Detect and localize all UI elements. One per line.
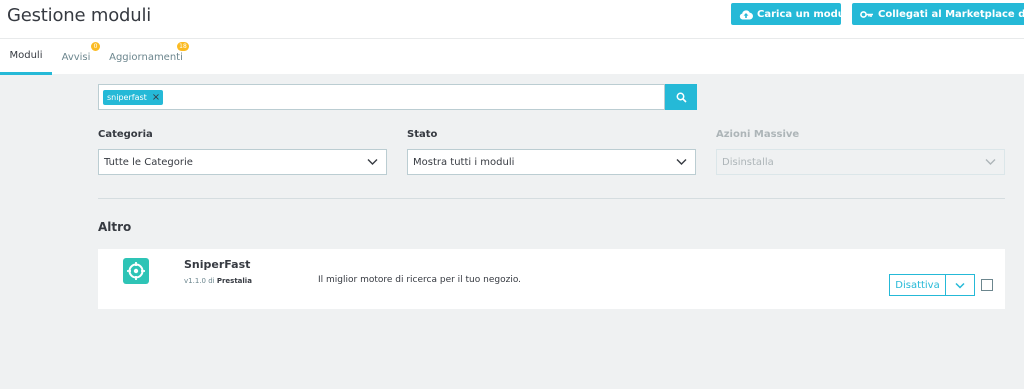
cloud-upload-icon — [739, 9, 753, 20]
page-header: Gestione moduli Carica un modulo Collega… — [0, 0, 1024, 38]
azioni-massive-select: Disinstalla — [716, 149, 1005, 175]
chevron-down-icon — [676, 159, 687, 165]
disattiva-label: Disattiva — [895, 279, 940, 291]
module-description: Il miglior motore di ricerca per il tuo … — [318, 275, 522, 285]
chevron-down-icon — [955, 282, 965, 289]
module-row: SniperFast v1.1.0 di Prestalia Il miglio… — [98, 249, 1005, 309]
chevron-down-icon — [985, 159, 996, 165]
tab-moduli[interactable]: Moduli — [0, 39, 52, 75]
tab-moduli-label: Moduli — [9, 50, 43, 61]
section-title: Altro — [98, 220, 132, 234]
divider — [98, 198, 1005, 199]
crosshair-icon — [127, 262, 145, 280]
tab-bar: Moduli Avvisi 0 Aggiornamenti 18 — [0, 38, 1024, 75]
upload-module-label: Carica un modulo — [757, 8, 841, 20]
marketplace-connect-label: Collegati al Marketplace degli Addons — [878, 8, 1024, 20]
search-tag: sniperfast × — [103, 90, 164, 105]
marketplace-connect-button[interactable]: Collegati al Marketplace degli Addons — [852, 3, 1024, 25]
disattiva-button[interactable]: Disattiva — [889, 274, 946, 296]
module-actions-dropdown[interactable] — [945, 274, 975, 296]
azioni-massive-value: Disinstalla — [722, 156, 774, 168]
search-button[interactable] — [665, 84, 697, 110]
search-input[interactable]: sniperfast × — [98, 84, 665, 110]
upload-module-button[interactable]: Carica un modulo — [731, 3, 841, 25]
tab-aggiornamenti-label: Aggiornamenti — [109, 51, 183, 63]
module-select-checkbox[interactable] — [981, 279, 993, 291]
search-tag-label: sniperfast — [107, 93, 147, 102]
search-icon — [676, 92, 687, 103]
module-meta: v1.1.0 di Prestalia — [184, 277, 252, 285]
stato-label: Stato — [407, 129, 438, 140]
tab-avvisi[interactable]: Avvisi 0 — [58, 39, 100, 75]
module-author: Prestalia — [216, 277, 252, 285]
key-icon — [860, 10, 873, 18]
module-version: v1.1.0 — [184, 277, 206, 285]
categoria-value: Tutte le Categorie — [104, 156, 193, 168]
module-by: di — [208, 277, 215, 285]
azioni-massive-label: Azioni Massive — [716, 129, 800, 140]
stato-select[interactable]: Mostra tutti i moduli — [407, 149, 696, 175]
notification-badge: 0 — [91, 42, 100, 51]
tab-aggiornamenti[interactable]: Aggiornamenti 18 — [108, 39, 189, 75]
categoria-label: Categoria — [98, 129, 153, 140]
stato-value: Mostra tutti i moduli — [413, 156, 515, 168]
module-logo — [123, 258, 149, 284]
page-title: Gestione moduli — [7, 5, 152, 26]
chevron-down-icon — [367, 159, 378, 165]
updates-badge: 18 — [177, 42, 189, 51]
categoria-select[interactable]: Tutte le Categorie — [98, 149, 387, 175]
tab-avvisi-label: Avvisi — [61, 51, 91, 63]
close-icon[interactable]: × — [152, 92, 160, 103]
module-name: SniperFast — [184, 258, 251, 271]
